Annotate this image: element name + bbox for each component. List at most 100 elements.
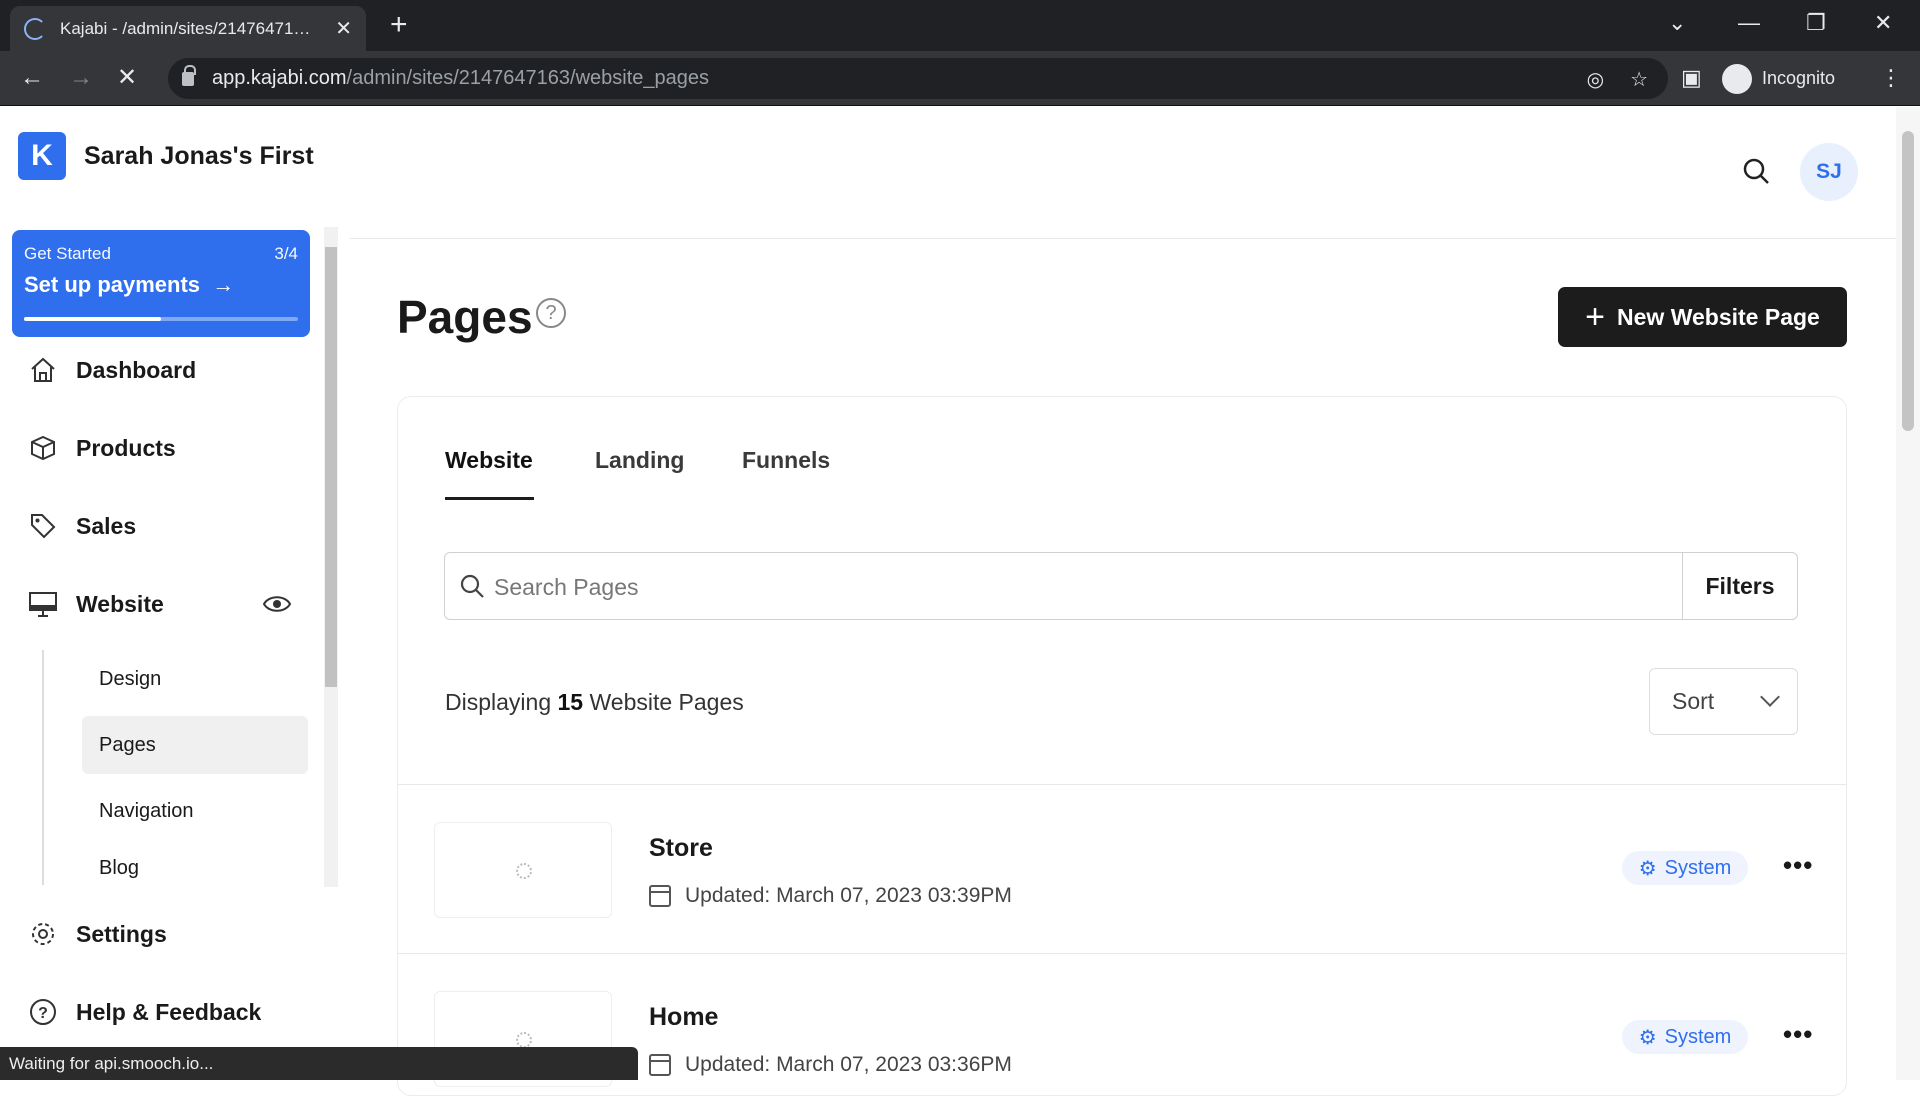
- calendar-icon: [649, 1054, 671, 1076]
- kajabi-logo-icon: K: [18, 132, 66, 180]
- sidebar-subitem-navigation[interactable]: Navigation: [82, 782, 308, 840]
- forward-icon[interactable]: →: [69, 65, 93, 91]
- window-close-icon[interactable]: ✕: [1874, 10, 1892, 36]
- sidebar-subitem-blog[interactable]: Blog: [82, 848, 308, 888]
- tab-title: Kajabi - /admin/sites/21476471…: [60, 18, 311, 38]
- system-badge: ⚙ System: [1622, 851, 1748, 885]
- badge-label: System: [1664, 1025, 1732, 1048]
- back-icon[interactable]: ←: [20, 65, 44, 91]
- displaying-count-text: Displaying 15 Website Pages: [445, 689, 744, 716]
- tab-search-icon[interactable]: ⌄: [1668, 10, 1686, 36]
- subitem-label: Pages: [99, 733, 156, 756]
- incognito-profile[interactable]: Incognito: [1722, 58, 1835, 99]
- sort-dropdown[interactable]: Sort: [1649, 668, 1798, 735]
- sidebar-scrollbar[interactable]: [324, 227, 338, 887]
- close-tab-icon[interactable]: ✕: [335, 16, 352, 41]
- loading-icon: [516, 863, 532, 879]
- monitor-icon: [28, 589, 58, 619]
- system-badge: ⚙ System: [1622, 1020, 1748, 1054]
- page-thumbnail[interactable]: [434, 822, 612, 918]
- get-started-card[interactable]: Get Started 3/4 Set up payments →: [12, 230, 310, 337]
- sidebar-item-settings[interactable]: Settings: [28, 919, 167, 949]
- chevron-down-icon: [1760, 687, 1780, 707]
- lock-icon: [182, 64, 196, 86]
- loading-icon: [516, 1032, 532, 1048]
- calendar-icon: [649, 885, 671, 907]
- page-name[interactable]: Store: [649, 834, 713, 863]
- search-pages-input[interactable]: Search Pages: [494, 574, 638, 601]
- page-updated: Updated: March 07, 2023 03:39PM: [649, 884, 1012, 908]
- tab-landing[interactable]: Landing: [595, 447, 684, 474]
- subitem-label: Blog: [99, 856, 140, 879]
- sidebar-item-dashboard[interactable]: Dashboard: [28, 355, 196, 385]
- arrow-right-icon: →: [206, 272, 235, 297]
- incognito-label: Incognito: [1762, 68, 1836, 88]
- site-switcher[interactable]: K Sarah Jonas's First: [18, 132, 314, 180]
- url-field[interactable]: app.kajabi.com/admin/sites/2147647163/we…: [168, 58, 1668, 99]
- sub-nav-line: [42, 650, 44, 885]
- displaying-prefix: Displaying: [445, 689, 552, 715]
- minimize-icon[interactable]: —: [1738, 10, 1760, 36]
- displaying-suffix: Website Pages: [589, 689, 744, 715]
- new-tab-button[interactable]: +: [390, 8, 408, 42]
- url-path: /admin/sites/2147647163/website_pages: [346, 67, 710, 89]
- subitem-label: Navigation: [99, 799, 194, 822]
- browser-tab-strip: Kajabi - /admin/sites/21476471… ✕ + ⌄ — …: [0, 0, 1920, 51]
- sidebar-item-sales[interactable]: Sales: [28, 511, 136, 541]
- get-started-action: Set up payments: [24, 272, 201, 297]
- url-host: app.kajabi.com: [212, 67, 347, 89]
- sort-label: Sort: [1672, 688, 1715, 714]
- subitem-label: Design: [99, 667, 162, 690]
- active-tab-indicator: [445, 497, 534, 500]
- page-scrollbar[interactable]: [1896, 107, 1920, 1080]
- search-icon: [459, 573, 485, 604]
- browser-menu-icon[interactable]: ⋮: [1880, 65, 1902, 91]
- divider: [397, 953, 1847, 954]
- page-name[interactable]: Home: [649, 1003, 718, 1032]
- loading-spinner-icon: [24, 17, 46, 40]
- side-panel-icon[interactable]: ▣: [1681, 65, 1702, 91]
- displaying-count: 15: [557, 689, 584, 715]
- preview-eye-icon[interactable]: [262, 592, 292, 621]
- filters-button[interactable]: Filters: [1682, 553, 1798, 619]
- divider: [397, 784, 1847, 785]
- browser-status-bar: Waiting for api.smooch.io...: [0, 1047, 638, 1080]
- bookmark-star-icon[interactable]: ☆: [1630, 67, 1648, 92]
- more-options-icon[interactable]: •••: [1783, 850, 1813, 881]
- page-updated: Updated: March 07, 2023 03:36PM: [649, 1053, 1012, 1077]
- get-started-progress: 3/4: [274, 244, 298, 263]
- sidebar: K Sarah Jonas's First Get Started 3/4 Se…: [0, 107, 346, 1080]
- box-icon: [28, 433, 58, 463]
- restore-icon[interactable]: ❐: [1806, 10, 1826, 36]
- avatar[interactable]: SJ: [1800, 143, 1858, 201]
- sidebar-item-label: Settings: [76, 920, 167, 947]
- pages-card: [397, 396, 1847, 1096]
- tracking-blocked-icon[interactable]: ◎: [1587, 67, 1604, 92]
- sidebar-subitem-design[interactable]: Design: [82, 650, 308, 708]
- sidebar-item-website[interactable]: Website: [28, 589, 298, 619]
- badge-label: System: [1664, 856, 1732, 879]
- updated-text: Updated: March 07, 2023 03:39PM: [685, 884, 1012, 907]
- tag-icon: [28, 511, 58, 541]
- get-started-label: Get Started: [24, 244, 111, 263]
- plus-icon: +: [1585, 298, 1606, 336]
- new-website-page-label: New Website Page: [1617, 303, 1820, 330]
- sidebar-item-products[interactable]: Products: [28, 433, 176, 463]
- page-title: Pages: [397, 291, 533, 343]
- tab-website[interactable]: Website: [445, 447, 533, 474]
- get-started-progress-bar: [24, 317, 298, 321]
- help-question-icon[interactable]: ?: [536, 298, 566, 328]
- search-icon[interactable]: [1742, 157, 1770, 190]
- more-options-icon[interactable]: •••: [1783, 1019, 1813, 1050]
- tab-funnels[interactable]: Funnels: [742, 447, 830, 474]
- home-icon: [28, 355, 58, 385]
- page-scroll-thumb[interactable]: [1902, 131, 1914, 431]
- new-website-page-button[interactable]: + New Website Page: [1558, 287, 1847, 347]
- browser-tab[interactable]: Kajabi - /admin/sites/21476471… ✕: [10, 6, 366, 51]
- sidebar-item-help[interactable]: ? Help & Feedback: [28, 997, 261, 1027]
- gear-icon: ⚙: [1638, 1026, 1657, 1049]
- sidebar-item-label: Website: [76, 590, 164, 617]
- stop-loading-icon[interactable]: ✕: [117, 65, 137, 91]
- sidebar-subitem-pages[interactable]: Pages: [82, 716, 308, 774]
- sidebar-scroll-thumb[interactable]: [325, 247, 337, 687]
